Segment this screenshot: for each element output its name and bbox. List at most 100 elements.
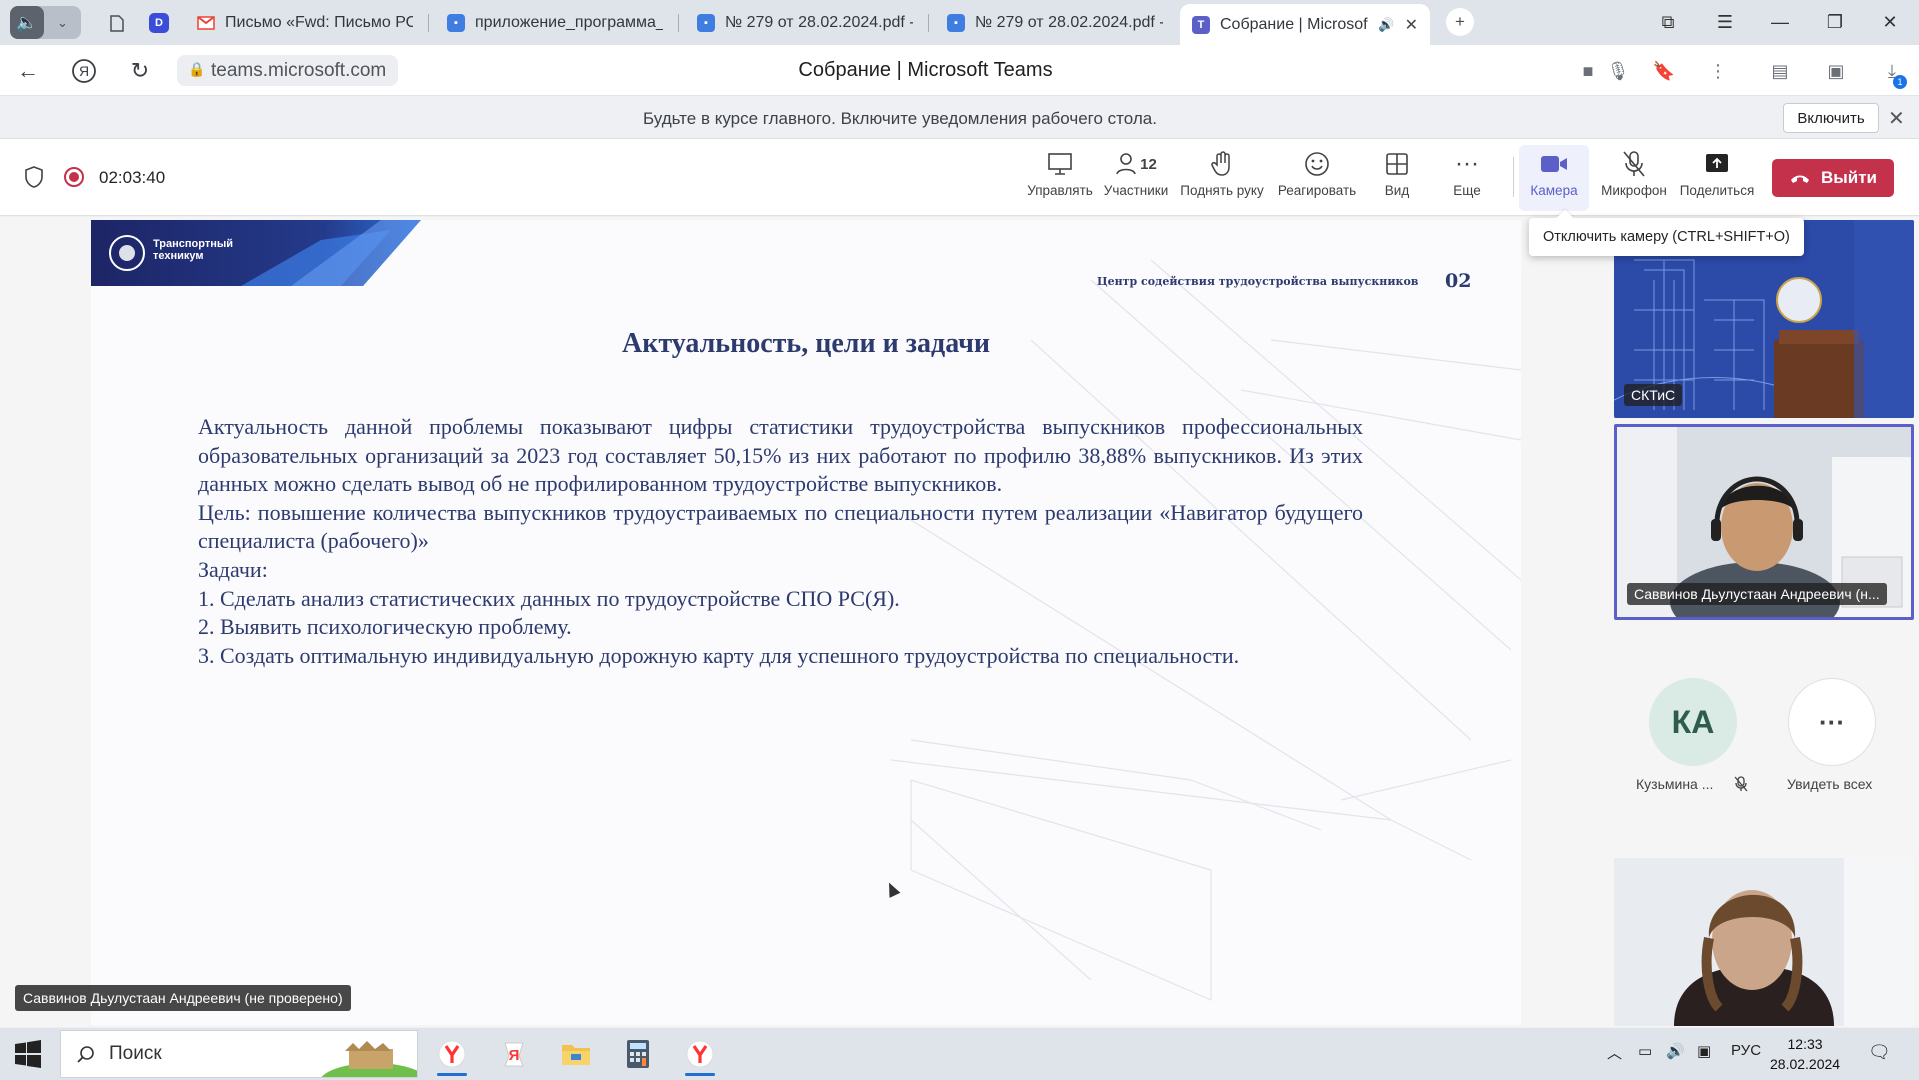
manage-button[interactable]: Управлять (1020, 145, 1100, 211)
more-button[interactable]: ··· Еще (1427, 145, 1507, 211)
doc-icon: ▪ (697, 13, 715, 32)
tray-expand-icon[interactable]: ︿ (1607, 1042, 1622, 1063)
new-tab-button[interactable]: + (1446, 8, 1474, 36)
more-label: Еще (1453, 183, 1481, 198)
speaker-icon[interactable]: 🔈 (10, 6, 44, 39)
tab-separator (678, 14, 679, 32)
participant-video-savvinov[interactable]: Саввинов Дьулустаан Андреевич (н... (1614, 424, 1914, 620)
taskbar-search[interactable]: Поиск (60, 1030, 418, 1078)
grid-icon (1385, 145, 1409, 183)
battery-icon[interactable]: ▭ (1638, 1042, 1652, 1060)
camera-tooltip: Отключить камеру (CTRL+SHIFT+O) (1529, 218, 1804, 256)
camera-button[interactable]: Камера (1519, 145, 1589, 211)
meeting-toolbar: 02:03:40 Управлять 12 Участники Поднять … (0, 139, 1919, 216)
slide-paragraph: Задачи: (198, 556, 268, 582)
notification-message: Будьте в курсе главного. Включите уведом… (643, 109, 1157, 128)
browser-tab-strip: 🔈 ⌄ D Письмо «Fwd: Письмо РОЗ ▪ приложен… (0, 0, 1919, 45)
running-indicator (685, 1073, 715, 1076)
yandex-browser-taskbar-icon-2[interactable] (678, 1032, 722, 1076)
bookmark-icon[interactable]: 🔖 (1650, 57, 1678, 85)
tab-title: приложение_программа_ц (475, 13, 663, 31)
participant-avatar[interactable]: КА (1649, 678, 1737, 766)
minimize-button[interactable]: — (1752, 0, 1808, 45)
participants-label: Участники (1103, 183, 1169, 198)
input-language[interactable]: РУС (1731, 1042, 1761, 1059)
manage-label: Управлять (1027, 183, 1093, 198)
more-icon[interactable]: ⋮ (1704, 57, 1732, 85)
phone-hangup-icon (1790, 175, 1809, 183)
see-all-button[interactable]: ··· (1788, 678, 1876, 766)
tab-title: № 279 от 28.02.2024.pdf - (975, 13, 1163, 31)
file-explorer-icon[interactable] (554, 1032, 598, 1076)
yandex-taskbar-icon[interactable]: Я (492, 1032, 536, 1076)
camera-label: Камера (1530, 183, 1578, 198)
mic-off-icon (1622, 145, 1646, 183)
chevron-down-icon[interactable]: ⌄ (44, 15, 81, 31)
browser-tab[interactable]: ▪ № 279 от 28.02.2024.pdf - (685, 4, 925, 41)
enable-notifications-button[interactable]: Включить (1783, 103, 1879, 133)
participant-video-woman[interactable] (1614, 858, 1914, 1026)
slide-logo-banner (91, 220, 421, 286)
mic-muted-icon (1734, 776, 1748, 795)
browser-tab-active[interactable]: T Собрание | Microsoft 🔊 ✕ (1180, 4, 1430, 45)
microphone-label: Микрофон (1601, 183, 1667, 198)
close-window-button[interactable]: ✕ (1862, 0, 1918, 45)
teams-icon: T (1192, 15, 1210, 34)
extension-icon[interactable]: ▣ (1822, 57, 1850, 85)
close-notification-icon[interactable]: ✕ (1888, 106, 1905, 131)
participants-button[interactable]: 12 Участники (1096, 145, 1176, 211)
calculator-icon[interactable] (616, 1032, 660, 1076)
search-placeholder: Поиск (109, 1043, 162, 1064)
raise-hand-button[interactable]: Поднять руку (1180, 145, 1264, 211)
participants-count: 12 (1140, 155, 1157, 173)
taskbar-clock[interactable]: 12:33 28.02.2024 (1770, 1034, 1840, 1074)
yandex-browser-taskbar-icon[interactable] (430, 1032, 474, 1076)
gmail-icon (197, 14, 215, 32)
share-button[interactable]: Поделиться (1677, 145, 1757, 211)
camera-permission-icon[interactable]: ■ (1574, 57, 1602, 85)
volume-icon[interactable]: 🔊 (1666, 1042, 1685, 1060)
page-icon[interactable] (102, 8, 132, 38)
leave-label: Выйти (1820, 168, 1878, 187)
tab-audio-group[interactable]: 🔈 ⌄ (10, 6, 81, 39)
toolbar-divider (1513, 157, 1514, 197)
view-button[interactable]: Вид (1357, 145, 1437, 211)
tab-panel-icon[interactable]: ⧉ (1640, 0, 1696, 45)
notification-bar: Будьте в курсе главного. Включите уведом… (0, 97, 1919, 139)
logo-line2: техникум (153, 250, 204, 262)
network-icon[interactable]: ▣ (1697, 1042, 1711, 1060)
notifications-icon[interactable]: 🗨 (1868, 1042, 1891, 1063)
leave-button[interactable]: Выйти (1772, 159, 1894, 197)
raise-hand-label: Поднять руку (1180, 183, 1264, 198)
tab-separator (928, 14, 929, 32)
slide-task: 3. Создать оптимальную индивидуальную до… (198, 642, 1240, 668)
slide-logo-text: Транспортный техникум (153, 238, 233, 262)
tab-title: Собрание | Microsoft (1220, 15, 1369, 33)
microphone-button[interactable]: Микрофон (1594, 145, 1674, 211)
collections-icon[interactable]: ▤ (1766, 57, 1794, 85)
close-tab-icon[interactable]: ✕ (1405, 15, 1418, 35)
restore-button[interactable]: ❐ (1807, 0, 1863, 45)
hand-icon (1211, 145, 1233, 183)
shared-slide: Транспортный техникум Центр содействия т… (91, 220, 1521, 1025)
react-button[interactable]: Реагировать (1277, 145, 1357, 211)
slide-page-number: 02 (1445, 270, 1472, 292)
tab-audio-icon[interactable]: 🔊 (1378, 17, 1394, 33)
recording-icon (64, 167, 84, 187)
browser-tab[interactable]: ▪ приложение_программа_ц (435, 4, 675, 41)
mic-permission-icon[interactable]: 🎙 (1604, 57, 1632, 85)
downloads-badge: 1 (1893, 75, 1907, 89)
active-speaker-label: Саввинов Дьулустаан Андреевич (не провер… (15, 985, 351, 1011)
react-label: Реагировать (1277, 183, 1357, 198)
menu-icon[interactable]: ☰ (1697, 0, 1753, 45)
participant-name: СКТиС (1624, 384, 1683, 406)
doc-icon: ▪ (447, 13, 465, 32)
slide-header-label: Центр содействия трудоустройства выпускн… (1097, 275, 1419, 288)
search-highlight-illustration (321, 1041, 417, 1077)
shield-icon[interactable] (24, 166, 44, 188)
pinned-tab-icon[interactable]: D (144, 8, 174, 38)
browser-tab[interactable]: ▪ № 279 от 28.02.2024.pdf - (935, 4, 1175, 41)
browser-tab[interactable]: Письмо «Fwd: Письмо РОЗ (185, 4, 425, 41)
windows-start-icon[interactable] (14, 1040, 42, 1068)
tab-title: Письмо «Fwd: Письмо РОЗ (225, 13, 413, 31)
